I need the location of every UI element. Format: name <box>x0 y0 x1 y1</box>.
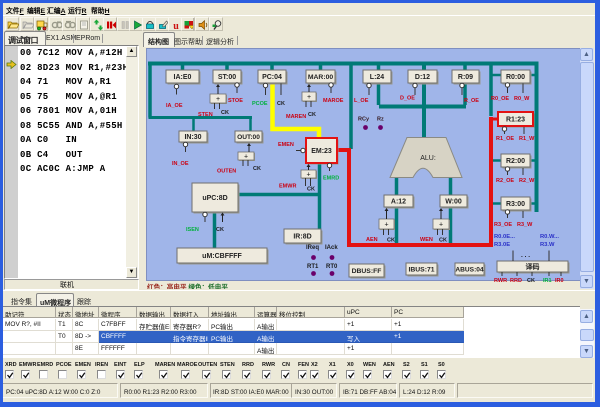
svg-text:EMWR: EMWR <box>279 184 296 190</box>
svg-text:+: + <box>439 222 443 229</box>
svg-text:CK: CK <box>216 227 224 233</box>
svg-text:CK: CK <box>221 110 229 116</box>
svg-text:R2_OE: R2_OE <box>496 178 514 184</box>
svg-text:L:24: L:24 <box>370 74 385 81</box>
svg-text:R3:00: R3:00 <box>506 201 525 208</box>
svg-text:AEN: AEN <box>366 237 378 243</box>
svg-text:CK: CK <box>439 238 447 244</box>
svg-text:ISEN: ISEN <box>186 227 199 233</box>
svg-text:ALU:: ALU: <box>420 155 436 162</box>
svg-text:R0_OE: R0_OE <box>491 96 509 102</box>
svg-text:CK: CK <box>308 112 316 118</box>
svg-text:MAREN: MAREN <box>286 114 306 120</box>
svg-text:CK: CK <box>307 187 315 193</box>
svg-text:IBUS:71: IBUS:71 <box>408 267 434 274</box>
svg-text:W:00: W:00 <box>445 199 462 206</box>
svg-text:R0.W...: R0.W... <box>540 234 559 240</box>
svg-text:IAck: IAck <box>325 245 338 251</box>
svg-text:STOE: STOE <box>228 98 243 104</box>
svg-text:DBUS:FF: DBUS:FF <box>352 268 382 275</box>
svg-text:R_OE: R_OE <box>464 98 479 104</box>
svg-text:+: + <box>306 172 310 179</box>
svg-text:PC:04: PC:04 <box>262 74 282 81</box>
svg-text:译码: 译码 <box>526 262 540 271</box>
svg-text:红色：高电平 绿色：低电平: 红色：高电平 绿色：低电平 <box>147 283 228 290</box>
svg-text:IN:30: IN:30 <box>184 134 201 141</box>
svg-text:+: + <box>307 94 311 101</box>
svg-text:uPC:8D: uPC:8D <box>202 195 227 202</box>
svg-text:R3.W: R3.W <box>540 242 555 248</box>
svg-text:RWR: RWR <box>494 278 507 284</box>
svg-text:D_OE: D_OE <box>400 96 415 102</box>
svg-text:R2_W: R2_W <box>519 178 535 184</box>
svg-text:IA:E0: IA:E0 <box>174 74 192 81</box>
svg-text:+: + <box>216 96 220 103</box>
svg-text:IR0: IR0 <box>555 278 564 284</box>
svg-text:CK: CK <box>277 101 285 107</box>
svg-text:CK: CK <box>387 238 395 244</box>
svg-text:OUT:00: OUT:00 <box>237 134 260 141</box>
svg-text:RT1: RT1 <box>307 264 319 270</box>
svg-text:IA_OE: IA_OE <box>166 103 183 109</box>
svg-text:EMRD: EMRD <box>323 176 339 182</box>
svg-text:RCy: RCy <box>358 117 370 123</box>
svg-text:R0_W: R0_W <box>514 96 530 102</box>
svg-text:OUTEN: OUTEN <box>217 169 236 175</box>
svg-text:R0:00: R0:00 <box>506 74 525 81</box>
svg-text:IR1: IR1 <box>543 278 552 284</box>
svg-text:STEN: STEN <box>198 112 213 118</box>
svg-text:D:12: D:12 <box>415 74 430 81</box>
svg-text:IR:8D: IR:8D <box>293 234 311 241</box>
svg-text:R0.0E...: R0.0E... <box>494 234 515 240</box>
svg-text:R1:23: R1:23 <box>506 117 525 124</box>
svg-text:R1_W: R1_W <box>519 136 535 142</box>
svg-text:A:12: A:12 <box>391 199 406 206</box>
svg-text:Rz: Rz <box>377 117 384 123</box>
svg-text:PCOE: PCOE <box>252 101 268 107</box>
svg-text:MAROE: MAROE <box>323 98 344 104</box>
svg-text:EMEN: EMEN <box>278 142 294 148</box>
svg-text:R3_W: R3_W <box>517 222 533 228</box>
svg-text:R3.0E: R3.0E <box>494 242 510 248</box>
svg-text:RRD: RRD <box>510 278 522 284</box>
svg-text:+: + <box>244 154 248 161</box>
svg-text:L_OE: L_OE <box>354 98 369 104</box>
svg-text:u: u <box>173 21 179 31</box>
svg-text:uM:CBFFFF: uM:CBFFFF <box>202 253 242 260</box>
svg-text:+: + <box>384 222 388 229</box>
svg-text:. . .: . . . <box>521 252 530 259</box>
svg-text:EM:23: EM:23 <box>311 148 332 155</box>
svg-text:R1_OE: R1_OE <box>496 136 514 142</box>
svg-text:MAR:00: MAR:00 <box>308 74 334 81</box>
svg-text:ST:00: ST:00 <box>218 74 236 81</box>
svg-text:R2:00: R2:00 <box>506 158 525 165</box>
svg-text:ABUS:04: ABUS:04 <box>455 267 484 274</box>
svg-text:IReq: IReq <box>306 245 319 251</box>
svg-text:R3_OE: R3_OE <box>494 222 512 228</box>
svg-text:CK: CK <box>527 278 535 284</box>
svg-text:RT0: RT0 <box>326 264 338 270</box>
svg-text:R:09: R:09 <box>458 74 473 81</box>
svg-text:WEN: WEN <box>420 237 433 243</box>
svg-text:IN_OE: IN_OE <box>172 161 189 167</box>
svg-text:CK: CK <box>253 166 261 172</box>
